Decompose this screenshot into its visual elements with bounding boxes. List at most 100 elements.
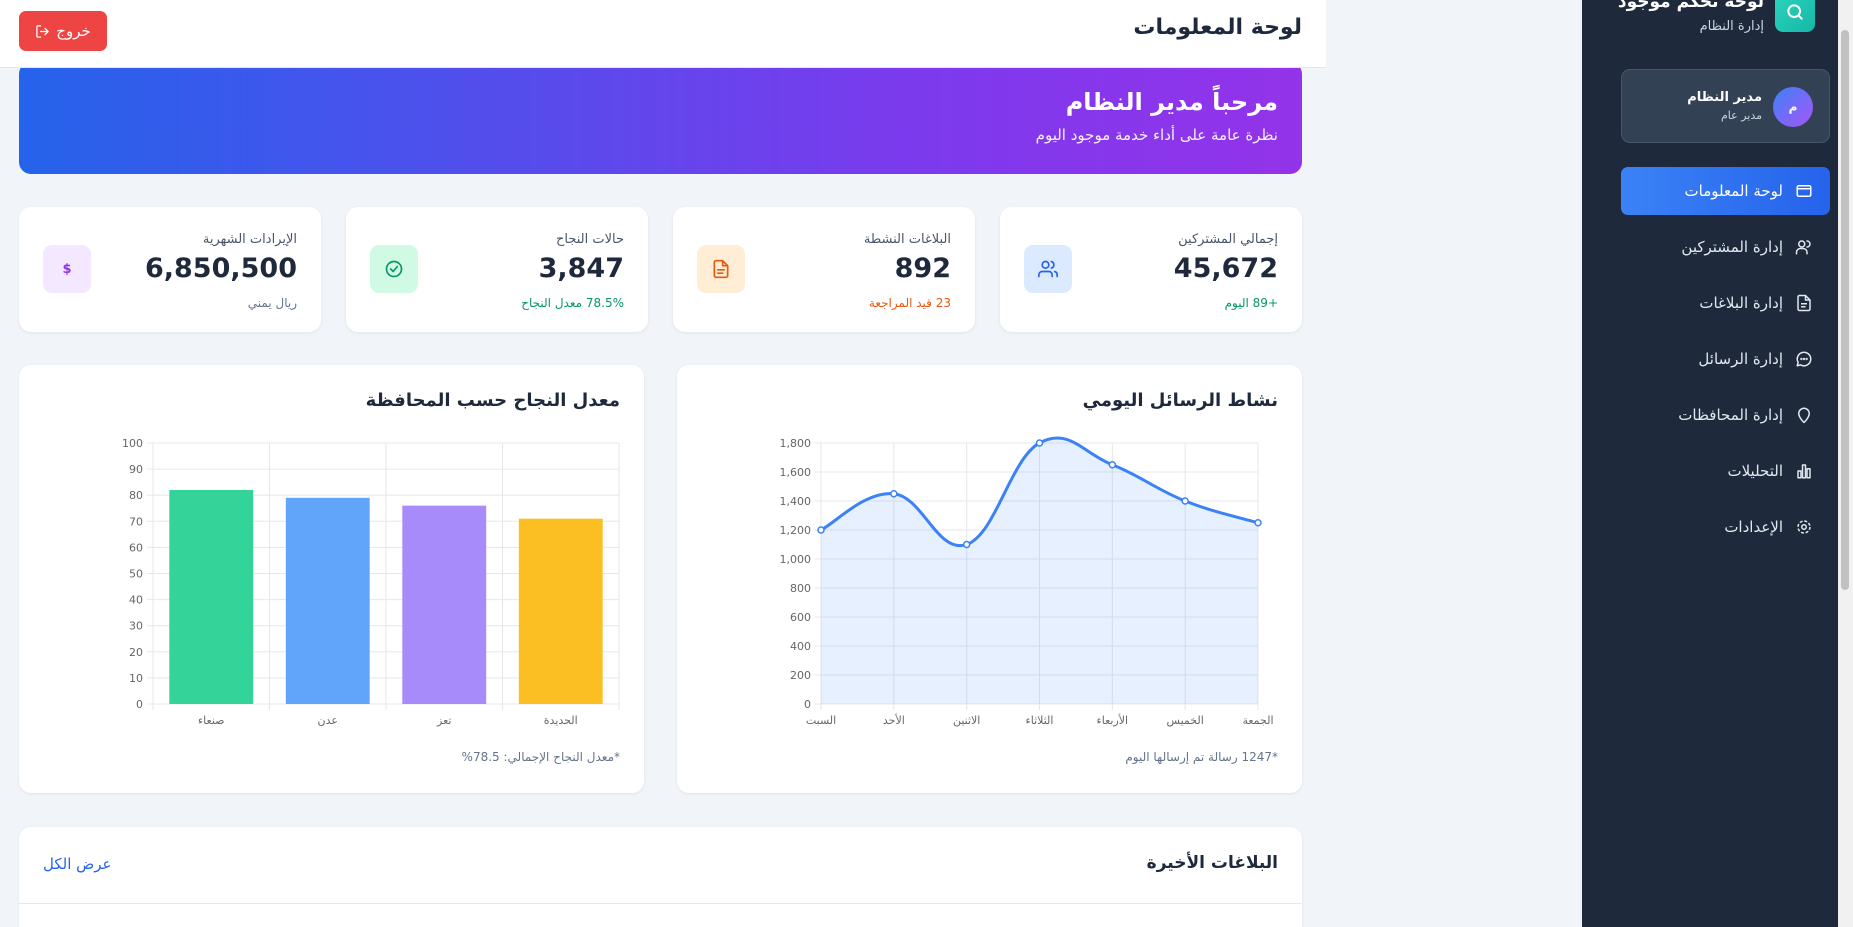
welcome-subtitle: نظرة عامة على أداء خدمة موجود اليوم (1035, 126, 1278, 144)
check-circle-icon (370, 245, 418, 293)
stat-card-success: حالات النجاح 3,847 78.5% معدل النجاح (346, 207, 648, 332)
sidebar-item-governorates[interactable]: إدارة المحافظات (1621, 391, 1830, 439)
sidebar-item-messages[interactable]: إدارة الرسائل (1621, 335, 1830, 383)
scrollbar-thumb[interactable] (1841, 30, 1849, 590)
x-tick-label: الثلاثاء (1026, 714, 1054, 727)
stat-sub: ريال يمني (247, 296, 297, 310)
stat-sub: +89 اليوم (1224, 296, 1278, 310)
y-tick-label: 0 (136, 698, 143, 711)
stat-sub: 78.5% معدل النجاح (521, 296, 624, 310)
sidebar-item-dashboard[interactable]: لوحة المعلومات (1621, 167, 1830, 215)
user-name: مدير النظام (1687, 90, 1762, 105)
messages-line-chart: 0 200 400 600 800 1,000 1,200 1,400 1,600 1,800 ال… (780, 436, 1274, 727)
y-tick-label: 30 (129, 620, 143, 633)
stat-label: إجمالي المشتركين (1178, 232, 1278, 247)
sidebar-item-label: إدارة المحافظات (1678, 406, 1783, 424)
y-tick-label: 1,800 (780, 437, 812, 450)
data-point (962, 540, 971, 549)
y-tick-label: 40 (129, 594, 143, 607)
map-pin-icon (1795, 406, 1813, 424)
recent-reports-header: البلاغات الأخيرة عرض الكل (19, 827, 1302, 904)
gear-icon (1795, 518, 1813, 536)
y-tick-label: 60 (129, 541, 143, 554)
y-tick-label: 0 (804, 698, 811, 711)
top-bar: لوحة المعلومات خروج (0, 0, 1326, 68)
stat-card-revenue: الإيرادات الشهرية 6,850,500 ريال يمني $ (19, 207, 321, 332)
sidebar-item-settings[interactable]: الإعدادات (1621, 503, 1830, 551)
data-point (817, 526, 825, 534)
chat-icon (1795, 350, 1813, 368)
y-tick-label: 400 (790, 640, 811, 653)
y-tick-label: 1,000 (780, 553, 812, 566)
page-title: لوحة المعلومات (1133, 15, 1302, 40)
data-point (1181, 497, 1189, 505)
y-tick-label: 50 (129, 568, 143, 581)
bar (402, 505, 487, 704)
user-role: مدير عام (1720, 109, 1762, 122)
brand-title: لوحة تحكم موجود (1617, 0, 1764, 12)
view-all-link[interactable]: عرض الكل (43, 855, 112, 873)
line-area (821, 437, 1258, 704)
avatar: م (1773, 87, 1813, 127)
sidebar-item-analytics[interactable]: التحليلات (1621, 447, 1830, 495)
logout-button[interactable]: خروج (19, 11, 107, 51)
user-card[interactable]: م مدير النظام مدير عام (1621, 69, 1830, 143)
bar (518, 518, 603, 704)
stat-label: البلاغات النشطة (863, 232, 951, 247)
x-tick-label: تعز (436, 714, 451, 727)
y-tick-label: 70 (129, 515, 143, 528)
y-tick-label: 100 (122, 437, 143, 450)
sidebar-item-label: إدارة البلاغات (1699, 294, 1783, 312)
data-point (1108, 461, 1117, 469)
data-point (1254, 519, 1262, 527)
y-tick-label: 1,600 (780, 466, 812, 479)
messages-chart-card: نشاط الرسائل اليومي 0 200 400 600 800 1,000 1,… (677, 365, 1302, 793)
bar (285, 497, 370, 704)
y-tick-label: 20 (129, 646, 143, 659)
y-tick-label: 1,400 (780, 495, 812, 508)
y-tick-label: 80 (129, 489, 143, 502)
stat-card-reports: البلاغات النشطة 892 23 قيد المراجعة (673, 207, 975, 332)
scrollbar[interactable] (1838, 0, 1853, 927)
y-tick-label: 90 (129, 463, 143, 476)
sidebar-item-subscribers[interactable]: إدارة المشتركين (1621, 223, 1830, 271)
stat-label: حالات النجاح (555, 232, 624, 247)
y-tick-label: 1,200 (780, 524, 812, 537)
dollar-glyph: $ (62, 261, 72, 277)
document-icon (1795, 294, 1813, 312)
users-icon (1024, 245, 1072, 293)
x-tick-label: الأربعاء (1097, 713, 1129, 727)
logout-icon (36, 24, 50, 38)
x-tick-label: صنعاء (198, 714, 225, 727)
stat-card-subscribers: إجمالي المشتركين 45,672 +89 اليوم (1000, 207, 1302, 332)
document-icon (697, 245, 745, 293)
sidebar: لوحة تحكم موجود إدارة النظام م مدير النظ… (1582, 0, 1853, 927)
x-tick-label: الاثنين (953, 714, 980, 727)
x-tick-label: عدن (318, 714, 338, 727)
success-bar-chart: 0 10 20 30 40 50 60 70 80 90 100 صنعاء عدن تعز الحديدة (122, 437, 620, 727)
dollar-icon: $ (43, 245, 91, 293)
stat-sub: 23 قيد المراجعة (868, 296, 951, 310)
sidebar-item-label: الإعدادات (1724, 518, 1783, 536)
x-tick-label: الأحد (883, 713, 905, 727)
x-tick-label: الحديدة (544, 714, 578, 727)
sidebar-item-label: لوحة المعلومات (1684, 182, 1784, 200)
sidebar-item-reports[interactable]: إدارة البلاغات (1621, 279, 1830, 327)
sidebar-item-label: التحليلات (1727, 462, 1783, 480)
search-icon (1775, 0, 1815, 32)
success-chart-card: معدل النجاح حسب المحافظة 0 10 20 30 40 50 60 70… (19, 365, 644, 793)
x-tick-label: السبت (806, 714, 836, 727)
recent-reports-card: البلاغات الأخيرة عرض الكل (19, 827, 1302, 927)
bar (169, 489, 254, 704)
stat-value: 6,850,500 (144, 253, 297, 284)
y-tick-label: 600 (790, 611, 811, 624)
stat-value: 892 (894, 253, 951, 284)
chart-note: *1247 رسالة تم إرسالها اليوم (1125, 750, 1278, 764)
recent-reports-title: البلاغات الأخيرة (1146, 853, 1278, 873)
data-point (1035, 439, 1044, 447)
x-tick-label: الخميس (1167, 714, 1204, 727)
users-icon (1795, 238, 1813, 256)
logout-label: خروج (56, 22, 91, 40)
bar-chart-icon (1795, 462, 1813, 480)
sidebar-item-label: إدارة المشتركين (1681, 238, 1783, 256)
